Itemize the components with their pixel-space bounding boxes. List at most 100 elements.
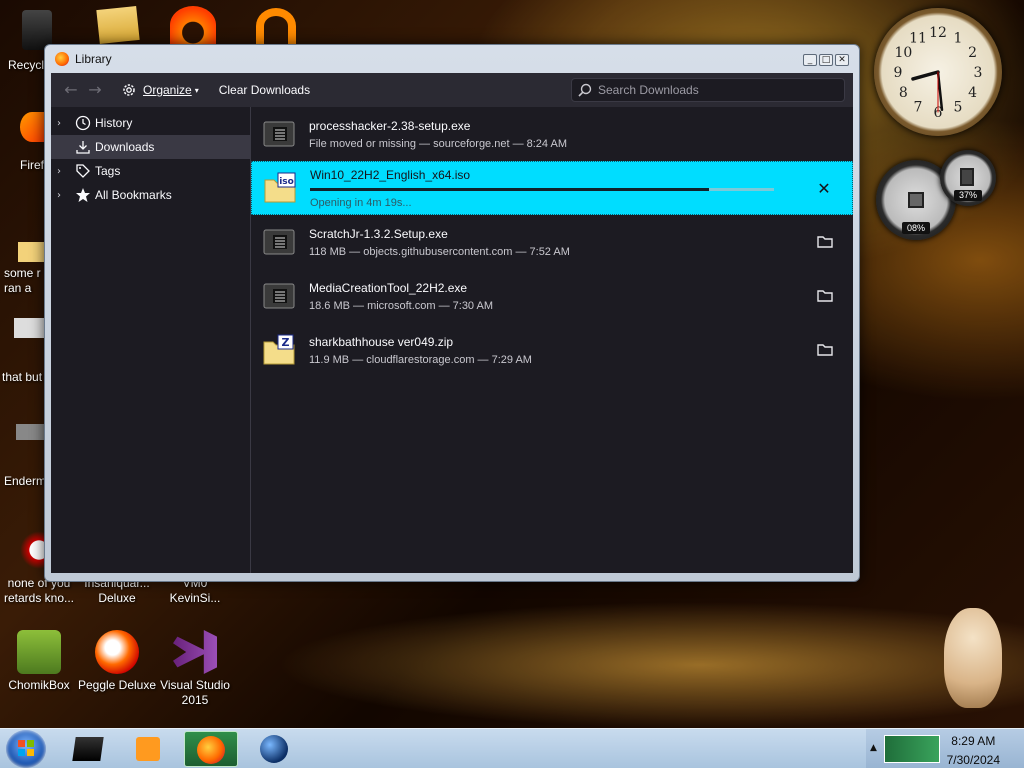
memory-gauge[interactable]: 37% [940, 150, 996, 206]
chevron-right-icon[interactable]: › [57, 190, 71, 201]
visual-studio-shortcut[interactable]: Visual Studio 2015 [150, 630, 240, 708]
memory-value: 37% [954, 190, 982, 201]
firefox-desktop-icon[interactable] [170, 6, 216, 44]
taskbar-app-terminal[interactable] [62, 731, 116, 767]
tray-app-icon[interactable] [884, 735, 940, 763]
show-in-folder-icon[interactable] [815, 286, 835, 306]
organize-button[interactable]: Organize ▾ [115, 79, 205, 101]
library-sidebar: › History Downloads › Tags › All Bookmar… [51, 107, 251, 573]
sidebar-item-label: Tags [95, 164, 121, 178]
download-name: Win10_22H2_English_x64.iso [310, 167, 471, 182]
clear-downloads-label: Clear Downloads [218, 83, 311, 97]
download-status: Opening in 4m 19s... [310, 196, 412, 209]
sidebar-item-tags[interactable]: › Tags [51, 159, 250, 183]
sidebar-item-history[interactable]: › History [51, 111, 250, 135]
clock-numeral: 7 [914, 100, 923, 116]
media-player-icon [136, 737, 160, 761]
window-titlebar[interactable]: Library _ □ ✕ [45, 45, 859, 73]
desktop-icon-label: some r ran a [4, 266, 41, 295]
taskbar-app-globe[interactable] [248, 731, 302, 767]
star-icon [76, 188, 90, 202]
download-item[interactable]: processhacker-2.38-setup.exe File moved … [251, 107, 853, 161]
search-box[interactable] [571, 78, 845, 102]
peggle-shortcut[interactable]: Peggle Deluxe [72, 630, 162, 693]
desktop-icon-label: Peggle Deluxe [77, 678, 157, 692]
exe-file-icon [263, 283, 295, 309]
download-item[interactable]: ScratchJr-1.3.2.Setup.exe 118 MB — objec… [251, 215, 853, 269]
cpu-chip-icon [908, 192, 924, 208]
tag-icon [76, 164, 90, 178]
desktop-file-3[interactable]: Enderm [4, 424, 46, 489]
clock-numeral: 9 [894, 65, 903, 81]
library-body: › History Downloads › Tags › All Bookmar… [51, 107, 853, 573]
download-name: ScratchJr-1.3.2.Setup.exe [309, 226, 448, 241]
chomikbox-icon [17, 630, 61, 674]
desktop-icon-label: that but [2, 370, 43, 384]
taskbar: ▲ 8:29 AM 7/30/2024 [0, 728, 1024, 768]
desktop-app-icon[interactable] [256, 8, 296, 44]
forward-button[interactable]: → [83, 78, 107, 102]
sidebar-item-downloads[interactable]: Downloads [51, 135, 250, 159]
download-name: processhacker-2.38-setup.exe [309, 118, 471, 133]
library-toolbar: ← → Organize ▾ Clear Downloads [51, 73, 853, 107]
clock-gadget[interactable]: 12 1 2 3 4 5 6 7 8 9 10 11 [874, 8, 1002, 136]
close-button[interactable]: ✕ [835, 54, 849, 66]
download-item-in-progress[interactable]: iso Win10_22H2_English_x64.iso Opening i… [251, 161, 853, 215]
progress-fill [310, 187, 710, 191]
sidebar-item-label: Downloads [95, 140, 155, 154]
maximize-button[interactable]: □ [819, 54, 833, 66]
cpu-value: 08% [902, 222, 930, 234]
taskbar-app-firefox[interactable] [184, 731, 238, 767]
clock-face: 12 1234567891011 [894, 25, 983, 121]
taskbar-clock[interactable]: 8:29 AM 7/30/2024 [947, 734, 1000, 768]
memory-chip-icon [960, 168, 974, 186]
download-item[interactable]: Z sharkbathhouse ver049.zip 11.9 MB — cl… [251, 323, 853, 377]
firefox-icon [197, 736, 225, 764]
download-icon [76, 141, 90, 154]
show-in-folder-icon[interactable] [815, 232, 835, 252]
download-status: 11.9 MB — cloudflarestorage.com — 7:29 A… [309, 353, 532, 366]
download-status: 118 MB — objects.githubusercontent.com —… [309, 245, 570, 258]
history-clock-icon [75, 115, 91, 131]
desktop-icon-label: Visual Studio 2015 [160, 678, 230, 707]
clock-numeral: 5 [954, 100, 963, 116]
download-name: MediaCreationTool_22H2.exe [309, 280, 468, 295]
hamster-gadget [944, 608, 1002, 708]
firefox-desktop-icon [20, 112, 44, 142]
clock-numeral: 2 [968, 45, 977, 61]
search-input[interactable] [598, 83, 828, 97]
desktop-file-2[interactable]: that but [2, 318, 44, 385]
clock-numeral: 11 [909, 30, 927, 46]
exe-file-icon [263, 229, 295, 255]
desktop-icon-label: ChomikBox [8, 678, 70, 692]
start-button[interactable] [6, 730, 46, 768]
chevron-right-icon[interactable]: › [57, 166, 71, 177]
back-button[interactable]: ← [59, 78, 83, 102]
cancel-download-button[interactable]: ✕ [814, 179, 834, 199]
firefox-icon [55, 52, 69, 66]
exe-file-icon [263, 121, 295, 147]
desktop-icon-label: Recycl [8, 58, 45, 72]
desktop-folder-icon[interactable] [96, 6, 140, 44]
iso-file-icon: iso [264, 172, 296, 203]
organize-label: Organize [143, 83, 192, 97]
desktop-file-icon [18, 242, 44, 262]
firefox-shortcut[interactable]: Firef [20, 112, 44, 173]
library-window[interactable]: Library _ □ ✕ ← → Organize ▾ Clear Downl… [44, 44, 860, 582]
chevron-right-icon[interactable]: › [57, 118, 71, 129]
tray-expand-icon[interactable]: ▲ [870, 743, 877, 753]
minimize-button[interactable]: _ [803, 54, 817, 66]
show-in-folder-icon[interactable] [815, 340, 835, 360]
sidebar-item-label: All Bookmarks [95, 188, 172, 202]
gear-icon [123, 84, 135, 96]
svg-text:Z: Z [282, 336, 290, 349]
sidebar-item-all-bookmarks[interactable]: › All Bookmarks [51, 183, 250, 207]
download-progress-bar [310, 187, 774, 191]
download-item[interactable]: MediaCreationTool_22H2.exe 18.6 MB — mic… [251, 269, 853, 323]
downloads-list[interactable]: processhacker-2.38-setup.exe File moved … [251, 107, 853, 573]
zip-file-icon: Z [263, 334, 295, 365]
terminal-icon [72, 737, 104, 761]
clear-downloads-button[interactable]: Clear Downloads [213, 80, 316, 100]
taskbar-app-media-player[interactable] [122, 731, 176, 767]
taskbar-time: 8:29 AM [951, 734, 996, 748]
